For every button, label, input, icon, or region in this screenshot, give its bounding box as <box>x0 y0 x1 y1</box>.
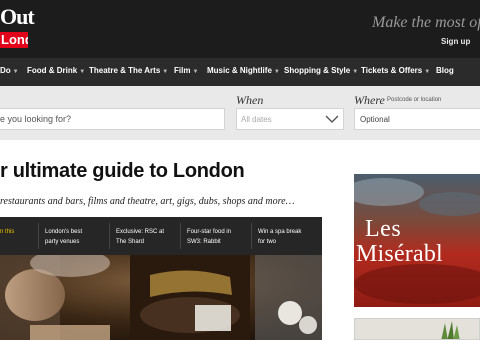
nav-item-blog[interactable]: Blog <box>436 66 454 75</box>
nav-item-label: Music & Nightlife <box>207 66 272 75</box>
side-thumbnail[interactable] <box>354 318 480 340</box>
hero-image[interactable] <box>0 255 322 340</box>
thumbnail-photo <box>355 319 479 339</box>
chevron-down-icon: ▼ <box>352 69 359 75</box>
chevron-down-icon: ▼ <box>424 69 431 75</box>
nav-item-theatre-arts[interactable]: Theatre & The Arts ▼ <box>89 66 168 75</box>
nav-item-shopping-style[interactable]: Shopping & Style ▼ <box>284 66 358 75</box>
divider <box>109 223 110 249</box>
feature-line: party venues <box>45 239 80 245</box>
feature-link[interactable]: London's best party venues <box>45 227 82 247</box>
promo-title-line2: Misérabl <box>356 241 443 267</box>
when-select-value: All dates <box>241 115 272 124</box>
nav-item-tickets-offers[interactable]: Tickets & Offers ▼ <box>361 66 430 75</box>
main-nav: Do ▼ Food & Drink ▼ Theatre & The Arts ▼ Fi… <box>0 58 480 86</box>
feature-link[interactable]: n this <box>0 227 14 237</box>
nav-item-food-drink[interactable]: Food & Drink ▼ <box>27 66 85 75</box>
tagline: Make the most of yo <box>372 14 480 31</box>
feature-link[interactable]: Four-star food in SW3: Rabbit <box>187 227 231 247</box>
logo[interactable]: Out <box>0 6 35 28</box>
nav-item-film[interactable]: Film ▼ <box>174 66 198 75</box>
nav-item-label: Shopping & Style <box>284 66 351 75</box>
where-sublabel: Postcode or location <box>387 97 442 103</box>
logo-city[interactable]: London <box>0 32 28 48</box>
feature-line: London's best <box>45 229 83 235</box>
chevron-down-icon: ▼ <box>162 69 169 75</box>
divider <box>38 223 39 249</box>
divider <box>180 223 181 249</box>
feature-line: n this <box>0 229 15 235</box>
nav-item-label: Film <box>174 66 191 75</box>
page-subline: restaurants and bars, films and theatre,… <box>0 196 295 207</box>
promo-title-line1: Les <box>365 216 402 242</box>
nav-item-music-nightlife[interactable]: Music & Nightlife ▼ <box>207 66 280 75</box>
chevron-down-icon: ▼ <box>79 69 86 75</box>
nav-item-label: Tickets & Offers <box>361 66 423 75</box>
hero-photo <box>0 255 322 340</box>
where-label: Where <box>354 93 385 107</box>
search-bar: e you looking for? When All dates Where … <box>0 86 480 140</box>
feature-line: SW3: Rabbit <box>187 239 221 245</box>
site-header: Out London Make the most of yo Sign up <box>0 0 480 58</box>
feature-line: Win a spa break <box>258 229 302 235</box>
feature-line: Four-star food in <box>187 229 232 235</box>
page-headline: r ultimate guide to London <box>0 160 245 182</box>
chevron-down-icon <box>325 115 339 123</box>
where-location-input[interactable]: Optional <box>354 108 480 130</box>
feature-line: Exclusive: RSC at <box>116 229 165 235</box>
feature-strip: n this London's best party venues Exclus… <box>0 217 322 255</box>
what-search-input[interactable]: e you looking for? <box>0 108 225 130</box>
divider <box>251 223 252 249</box>
chevron-down-icon: ▼ <box>192 69 199 75</box>
nav-item-label: Blog <box>436 66 454 75</box>
feature-link[interactable]: Win a spa break for two <box>258 227 301 247</box>
nav-item-label: Food & Drink <box>27 66 78 75</box>
chevron-down-icon: ▼ <box>12 69 19 75</box>
signup-link[interactable]: Sign up <box>441 37 470 46</box>
when-label: When <box>236 93 264 107</box>
les-miserables-ad[interactable]: Les Misérabl <box>354 174 480 307</box>
feature-line: The Shard <box>116 239 145 245</box>
feature-link[interactable]: Exclusive: RSC at The Shard <box>116 227 164 247</box>
feature-line: for two <box>258 239 277 245</box>
nav-item-label: Theatre & The Arts <box>89 66 161 75</box>
chevron-down-icon: ▼ <box>273 69 280 75</box>
nav-item-do[interactable]: Do ▼ <box>0 66 19 75</box>
nav-item-label: Do <box>0 66 11 75</box>
when-date-select[interactable]: All dates <box>236 108 344 130</box>
